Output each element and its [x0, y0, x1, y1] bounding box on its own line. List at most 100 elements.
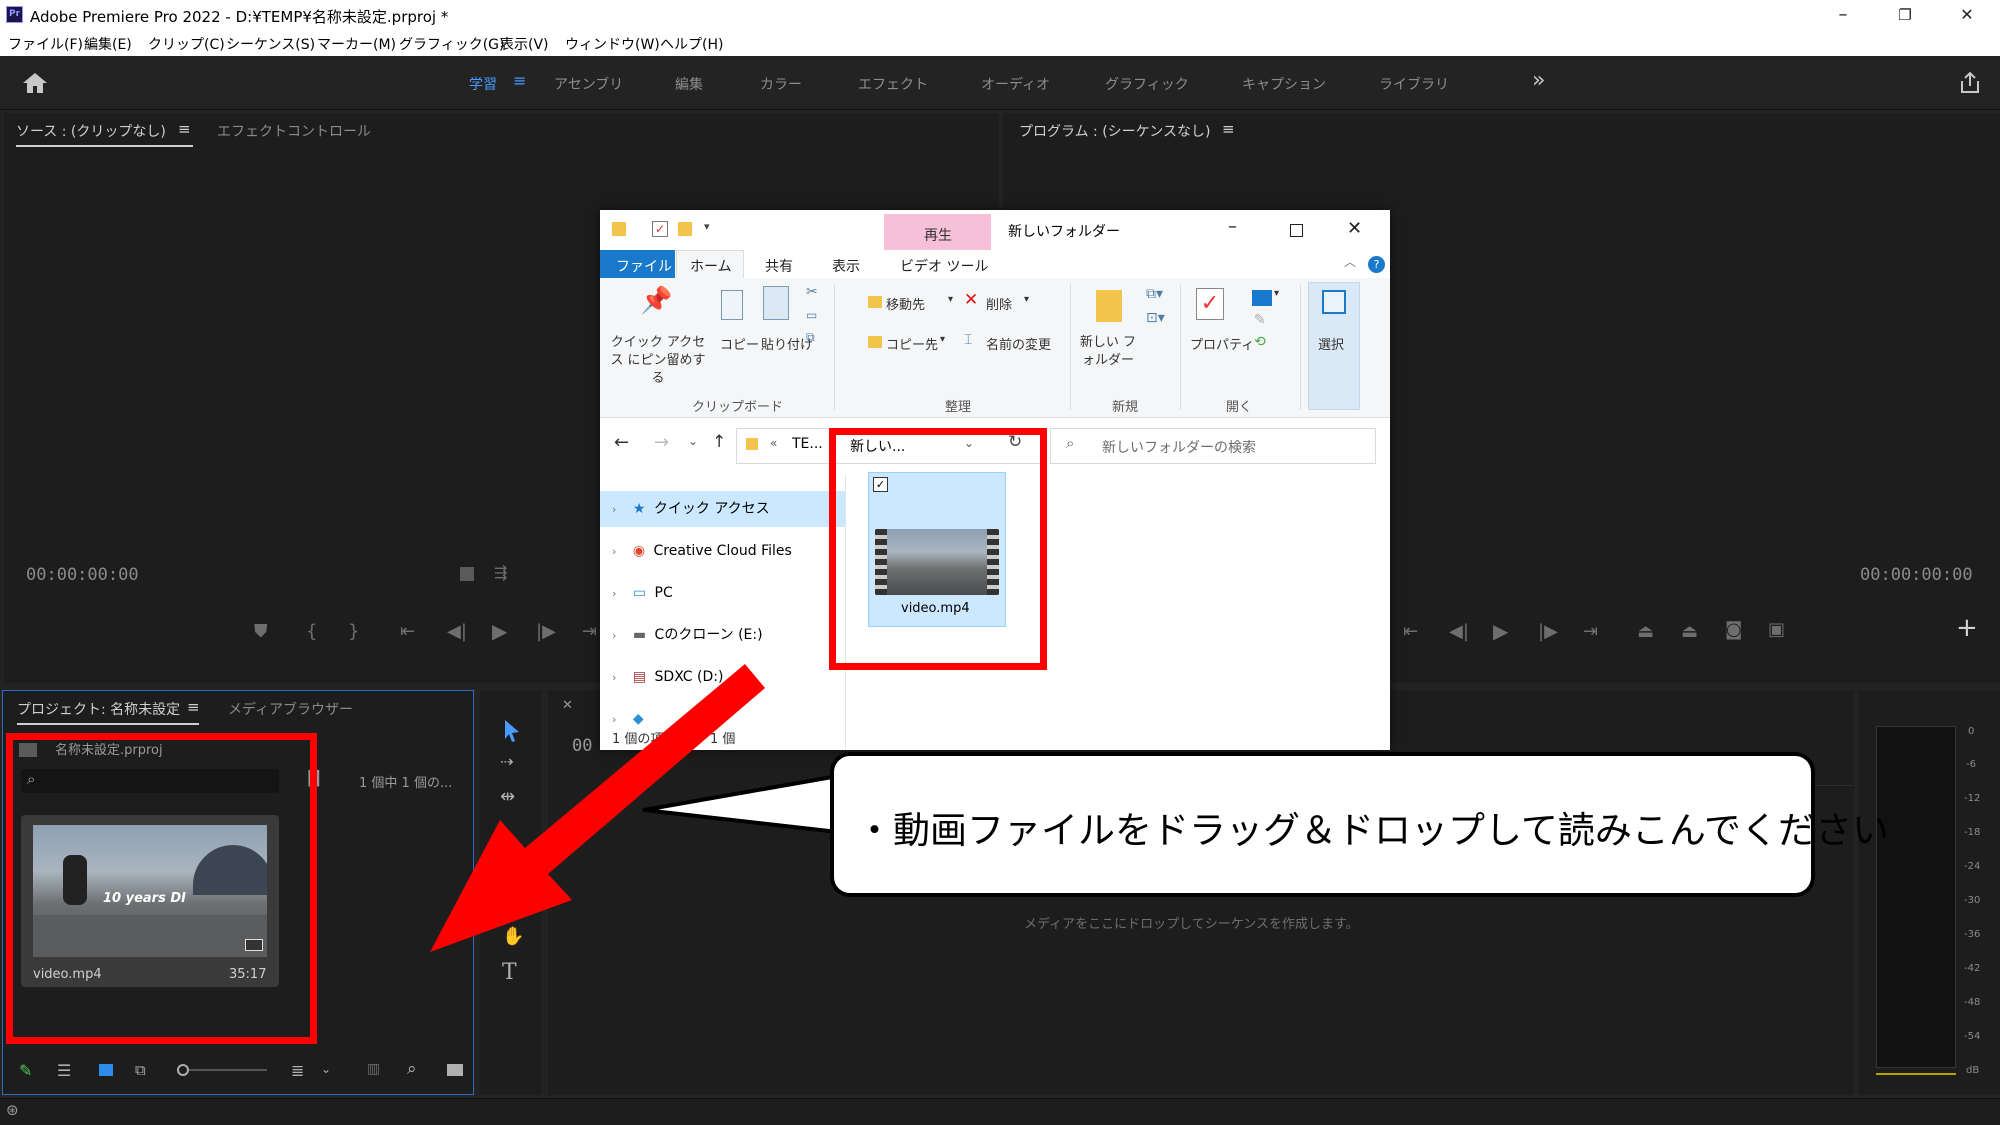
- copy-button[interactable]: コピー: [720, 334, 759, 353]
- recent-locations-icon[interactable]: ⌄: [688, 434, 698, 448]
- copy-to-icon[interactable]: [868, 336, 882, 348]
- step-back-icon[interactable]: ◀|: [1449, 621, 1469, 642]
- go-to-in-icon[interactable]: ⇤: [400, 621, 415, 642]
- menu-window[interactable]: ウィンドウ(W): [565, 34, 660, 54]
- source-panel-menu-icon[interactable]: ≡: [178, 120, 191, 138]
- step-forward-icon[interactable]: |▶: [1538, 621, 1558, 642]
- new-item-icon[interactable]: ⧉▾: [1146, 286, 1163, 302]
- zoom-slider-track[interactable]: [189, 1069, 267, 1071]
- move-to-button[interactable]: 移動先: [886, 294, 925, 313]
- new-folder-icon[interactable]: [1096, 290, 1122, 322]
- edit-icon[interactable]: ✎: [1254, 312, 1266, 328]
- move-to-icon[interactable]: [868, 296, 882, 308]
- tab-home[interactable]: ホーム: [690, 256, 732, 276]
- pin-icon[interactable]: 📌: [640, 286, 672, 316]
- explorer-maximize-button[interactable]: [1290, 224, 1303, 237]
- program-panel-menu-icon[interactable]: ≡: [1222, 120, 1235, 138]
- settings-icon[interactable]: ⇶: [494, 563, 507, 582]
- export-frame-icon[interactable]: ◙: [1725, 619, 1742, 640]
- nav-item-creative-cloud[interactable]: › ◉ Creative Cloud Files: [600, 533, 845, 569]
- new-folder-qat-icon[interactable]: [678, 222, 692, 236]
- delete-icon[interactable]: ✕: [964, 290, 978, 310]
- rename-icon[interactable]: ⌶: [964, 332, 972, 348]
- workspace-color[interactable]: カラー: [760, 74, 802, 94]
- workspace-editing[interactable]: 編集: [675, 74, 703, 94]
- menu-marker[interactable]: マーカー(M): [317, 34, 396, 54]
- workspace-graphics[interactable]: グラフィック: [1105, 74, 1189, 94]
- new-folder-button[interactable]: 新しい フォルダー: [1076, 334, 1140, 370]
- search-placeholder[interactable]: 新しいフォルダーの検索: [1102, 437, 1256, 457]
- path-overflow-icon[interactable]: «: [770, 436, 777, 450]
- delete-button[interactable]: 削除: [986, 294, 1012, 313]
- write-protect-icon[interactable]: ✎: [19, 1061, 32, 1080]
- share-icon[interactable]: [1958, 71, 1982, 95]
- step-back-icon[interactable]: ◀|: [447, 621, 467, 642]
- chevron-down-icon[interactable]: ⌄: [321, 1062, 331, 1076]
- properties-button[interactable]: プロパティ: [1190, 334, 1254, 353]
- restore-button[interactable]: ❐: [1876, 0, 1934, 30]
- copy-to-button[interactable]: コピー先: [886, 334, 938, 353]
- tab-file[interactable]: ファイル: [616, 256, 672, 276]
- path-parent[interactable]: TE...: [792, 436, 823, 452]
- tab-video-tools[interactable]: ビデオ ツール: [900, 256, 988, 276]
- tab-share[interactable]: 共有: [765, 256, 793, 276]
- tab-view[interactable]: 表示: [832, 256, 860, 276]
- tab-source[interactable]: ソース : (クリップなし): [16, 121, 166, 141]
- tab-program[interactable]: プログラム : (シーケンスなし): [1019, 121, 1210, 141]
- creative-cloud-icon[interactable]: ⊛: [6, 1101, 19, 1119]
- menu-sequence[interactable]: シーケンス(S): [226, 34, 315, 54]
- select-icon[interactable]: [1322, 290, 1346, 314]
- sort-icon[interactable]: ≣: [291, 1061, 304, 1080]
- icon-view-icon[interactable]: [99, 1064, 113, 1076]
- new-bin-folder-icon[interactable]: [447, 1064, 463, 1076]
- play-icon[interactable]: ▶: [1493, 619, 1508, 643]
- up-icon[interactable]: ↑: [712, 432, 726, 452]
- pin-to-quick-access-button[interactable]: クイック アクセス にピン留めする: [608, 334, 708, 388]
- add-marker-icon[interactable]: ⛊: [254, 621, 268, 642]
- fit-icon[interactable]: [460, 567, 474, 581]
- tab-project[interactable]: プロジェクト: 名称未設定: [17, 699, 180, 719]
- add-button-icon[interactable]: +: [1956, 613, 1978, 643]
- chevron-down-icon[interactable]: ▾: [1274, 288, 1279, 299]
- back-icon[interactable]: ←: [614, 432, 629, 453]
- open-icon[interactable]: [1252, 290, 1272, 306]
- zoom-slider-handle[interactable]: [177, 1064, 189, 1076]
- menu-file[interactable]: ファイル(F): [8, 34, 83, 54]
- home-icon[interactable]: [22, 72, 48, 94]
- properties-icon[interactable]: ✓: [1196, 288, 1224, 320]
- easy-access-icon[interactable]: ⊡▾: [1146, 310, 1165, 326]
- menu-clip[interactable]: クリップ(C): [148, 34, 225, 54]
- go-to-in-icon[interactable]: ⇤: [1403, 621, 1418, 642]
- close-button[interactable]: ✕: [1938, 0, 1996, 30]
- automate-icon[interactable]: ▥: [367, 1061, 380, 1077]
- more-workspaces-button[interactable]: »: [1532, 68, 1545, 93]
- type-tool-icon[interactable]: T: [502, 960, 517, 985]
- play-icon[interactable]: ▶: [492, 619, 507, 643]
- chevron-down-icon[interactable]: ▾: [948, 294, 953, 305]
- select-button[interactable]: 選択: [1318, 334, 1344, 353]
- tab-media-browser[interactable]: メディアブラウザー: [228, 699, 353, 719]
- explorer-minimize-button[interactable]: –: [1228, 216, 1237, 237]
- copy-icon[interactable]: [721, 290, 743, 320]
- chevron-down-icon[interactable]: ▾: [940, 334, 945, 345]
- cut-icon[interactable]: ✂: [806, 284, 818, 300]
- properties-qat-icon[interactable]: ✓: [652, 221, 668, 237]
- find-icon[interactable]: ⌕: [407, 1059, 417, 1079]
- menu-view[interactable]: 表示(V): [500, 34, 549, 54]
- context-tab-play[interactable]: 再生: [924, 225, 952, 245]
- list-view-icon[interactable]: ☰: [57, 1061, 71, 1080]
- history-icon[interactable]: ⟲: [1254, 334, 1266, 350]
- tab-effect-controls[interactable]: エフェクトコントロール: [217, 121, 371, 141]
- mark-out-icon[interactable]: }: [348, 621, 359, 642]
- project-panel-menu-icon[interactable]: ≡: [187, 698, 200, 716]
- menu-graphics[interactable]: グラフィック(G): [399, 34, 505, 54]
- workspace-menu-icon[interactable]: ≡: [513, 71, 526, 90]
- workspace-captions[interactable]: キャプション: [1242, 74, 1326, 94]
- minimize-button[interactable]: –: [1814, 0, 1872, 30]
- collapse-ribbon-icon[interactable]: ︿: [1344, 253, 1356, 270]
- copy-path-icon[interactable]: ▭: [806, 308, 817, 322]
- workspace-effects[interactable]: エフェクト: [858, 74, 928, 94]
- workspace-assembly[interactable]: アセンブリ: [554, 74, 623, 94]
- extract-icon[interactable]: ⏏: [1681, 621, 1698, 642]
- go-to-out-icon[interactable]: ⇥: [582, 621, 597, 642]
